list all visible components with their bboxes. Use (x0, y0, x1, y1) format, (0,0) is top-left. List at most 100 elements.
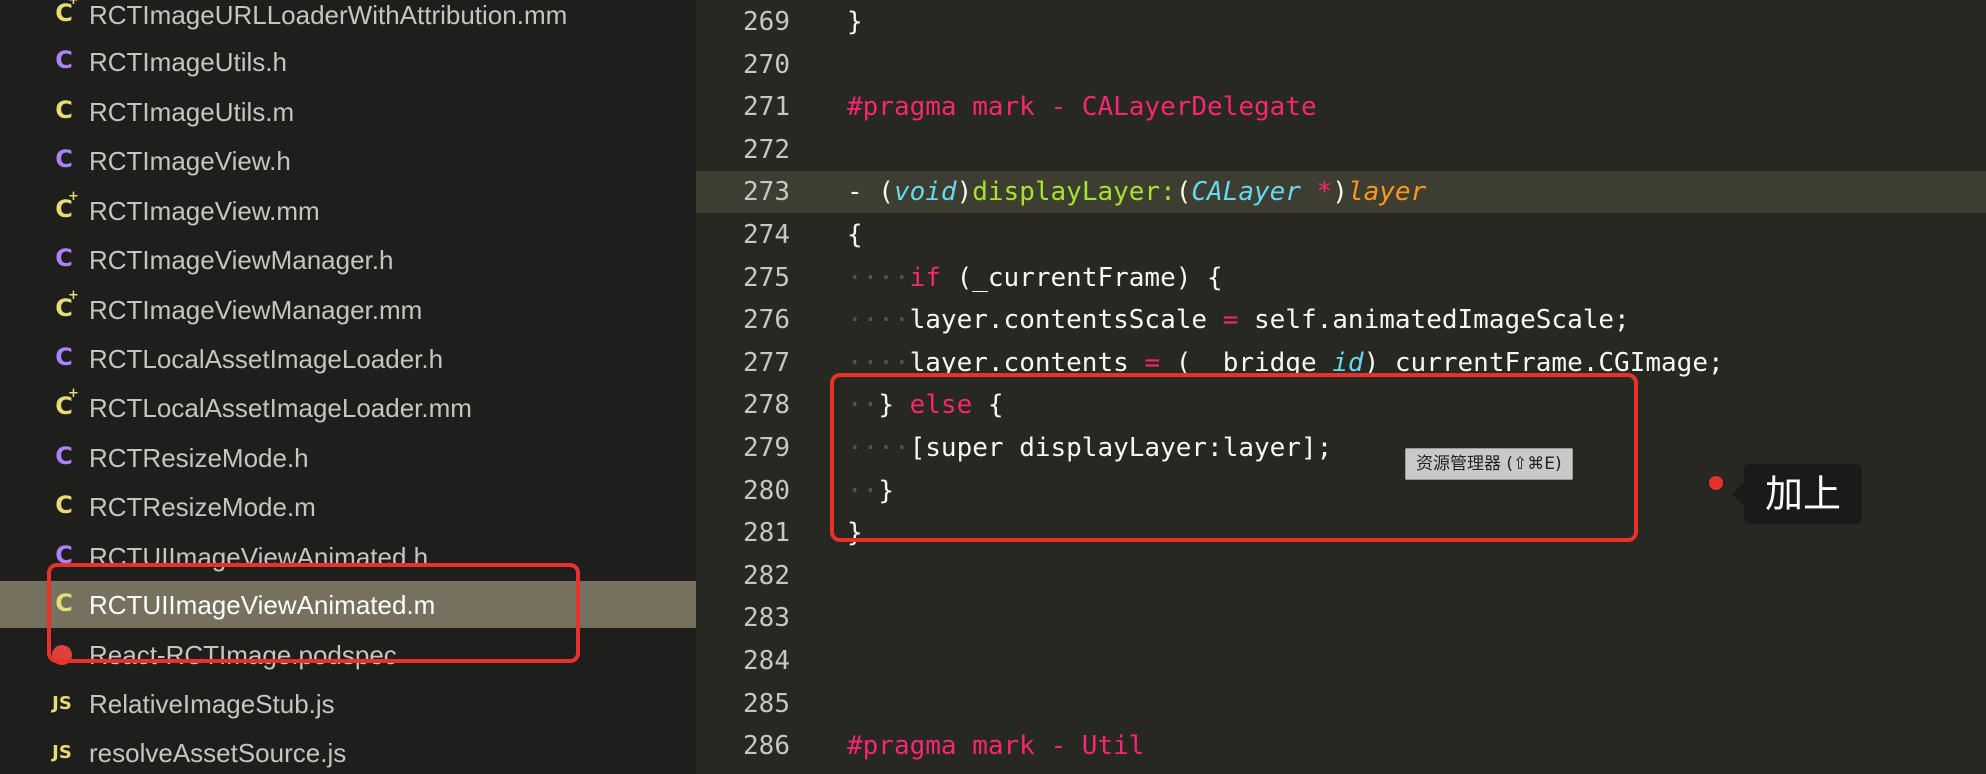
code-token: } (847, 7, 863, 37)
code-token: { (847, 220, 863, 250)
code-token: void (893, 177, 957, 207)
line-number: 286 (743, 731, 790, 761)
code-text: } (847, 1, 863, 43)
code-token: displayLayer: (972, 177, 1176, 207)
c-plus-icon: C + (55, 0, 79, 27)
c-plus-icon: C + (55, 386, 79, 420)
line-number: 285 (743, 689, 790, 719)
code-line[interactable]: 285 (696, 683, 1986, 725)
c-plus-icon: C + (55, 189, 79, 223)
line-number: 282 (743, 561, 790, 591)
file-tree-item[interactable]: C RCTImageUtils.m (0, 88, 696, 135)
file-tree-item[interactable]: C RCTImageView.h (0, 137, 696, 184)
line-number: 275 (743, 263, 790, 293)
line-number: 280 (743, 476, 790, 506)
line-number: 281 (743, 518, 790, 548)
line-number: 279 (743, 433, 790, 463)
code-text: ····if (_currentFrame) { (847, 257, 1223, 299)
file-tree-item[interactable]: C RCTResizeMode.m (0, 483, 696, 530)
code-token: layer (1347, 177, 1427, 207)
line-number: 273 (743, 177, 790, 207)
file-name-label: RCTLocalAssetImageLoader.h (89, 344, 444, 374)
file-tree-item[interactable]: C + RCTImageURLLoaderWithAttribution.mm (0, 0, 696, 38)
file-tree-item[interactable]: C + RCTLocalAssetImageLoader.mm (0, 384, 696, 431)
code-line[interactable]: 269} (696, 1, 1986, 43)
c-header-icon: C (55, 343, 73, 371)
code-token: #pragma mark - CALayerDelegate (847, 92, 1317, 122)
line-number: 277 (743, 348, 790, 378)
file-name-label: RCTImageUtils.m (89, 97, 295, 127)
file-name-label: RCTLocalAssetImageLoader.mm (89, 393, 472, 423)
code-text: - (void)displayLayer:(CALayer *)layer (847, 171, 1426, 213)
file-tree-item[interactable]: C RCTImageUtils.h (0, 38, 696, 85)
c-source-icon: C (55, 96, 73, 124)
file-name-label: RCTResizeMode.h (89, 443, 309, 473)
code-token: ) (956, 177, 973, 207)
code-line[interactable]: 276 ····layer.contentsScale = self.animat… (696, 299, 1986, 341)
code-line[interactable]: 286 #pragma mark - Util (696, 725, 1986, 767)
code-line[interactable]: 273- (void)displayLayer:(CALayer *)layer (696, 171, 1986, 213)
explorer-tooltip: 资源管理器 (⇧⌘E) (1405, 448, 1573, 480)
file-tree-item[interactable]: C RCTImageViewManager.h (0, 236, 696, 283)
file-name-label: RelativeImageStub.js (89, 689, 335, 719)
c-header-icon: C (55, 442, 73, 470)
whitespace-marker: ···· (847, 263, 910, 293)
c-header-icon: C (55, 244, 73, 272)
file-name-label: RCTImageUtils.h (89, 47, 287, 77)
code-token: layer.contentsScale (909, 305, 1223, 335)
code-token: (_currentFrame) { (940, 263, 1223, 293)
code-token: self.animatedImageScale; (1238, 305, 1630, 335)
code-text: #pragma mark - CALayerDelegate (847, 86, 1317, 128)
code-text: #pragma mark - Util (847, 725, 1144, 767)
line-number: 272 (743, 135, 790, 165)
annotation-highlight-box-sidebar (47, 563, 580, 663)
code-text: { (847, 214, 863, 256)
file-tree-item[interactable]: C RCTLocalAssetImageLoader.h (0, 335, 696, 382)
code-token: ( (1175, 177, 1192, 207)
code-line[interactable]: 283 (696, 597, 1986, 639)
code-token: ) (1332, 177, 1348, 207)
line-number: 284 (743, 646, 790, 676)
code-line[interactable]: 272 (696, 129, 1986, 171)
annotation-label: 加上 (1732, 464, 1862, 524)
c-plus-icon: C + (55, 288, 79, 322)
code-line[interactable]: 282 (696, 555, 1986, 597)
code-line[interactable]: 274 { (696, 214, 1986, 256)
line-number: 283 (743, 603, 790, 633)
line-number: 276 (743, 305, 790, 335)
file-name-label: RCTImageViewManager.h (89, 245, 394, 275)
code-line[interactable]: 270 (696, 44, 1986, 86)
c-source-icon: C (55, 491, 73, 519)
code-token: if (909, 263, 941, 293)
line-number: 278 (743, 390, 790, 420)
code-line[interactable]: 275 ····if (_currentFrame) { (696, 257, 1986, 299)
line-number: 269 (743, 7, 790, 37)
file-name-label: RCTResizeMode.m (89, 492, 316, 522)
file-name-label: resolveAssetSource.js (89, 738, 347, 768)
line-number: 274 (743, 220, 790, 250)
file-name-label: RCTImageViewManager.mm (89, 295, 423, 325)
code-token: - ( (847, 177, 894, 207)
file-tree-item[interactable]: C RCTResizeMode.h (0, 434, 696, 481)
file-tree-item[interactable]: C + RCTImageView.mm (0, 187, 696, 234)
file-name-label: RCTImageView.mm (89, 196, 320, 226)
js-icon: JS (52, 742, 72, 763)
line-number: 271 (743, 92, 790, 122)
code-token: CALayer (1191, 177, 1301, 207)
code-token: #pragma mark - Util (847, 731, 1145, 761)
code-token: * (1316, 177, 1333, 207)
annotation-dot (1709, 476, 1723, 490)
code-token: = (1222, 305, 1239, 335)
file-tree-item[interactable]: JS RelativeImageStub.js (0, 680, 696, 727)
file-name-label: RCTImageURLLoaderWithAttribution.mm (89, 0, 568, 30)
c-header-icon: C (55, 145, 73, 173)
file-tree-item[interactable]: JS resolveAssetSource.js (0, 729, 696, 774)
c-header-icon: C (55, 46, 73, 74)
file-tree-item[interactable]: C + RCTImageViewManager.mm (0, 286, 696, 333)
whitespace-marker: ···· (847, 305, 910, 335)
js-icon: JS (52, 693, 72, 714)
code-line[interactable]: 284 (696, 640, 1986, 682)
code-line[interactable]: 271 #pragma mark - CALayerDelegate (696, 86, 1986, 128)
file-name-label: RCTImageView.h (89, 146, 291, 176)
